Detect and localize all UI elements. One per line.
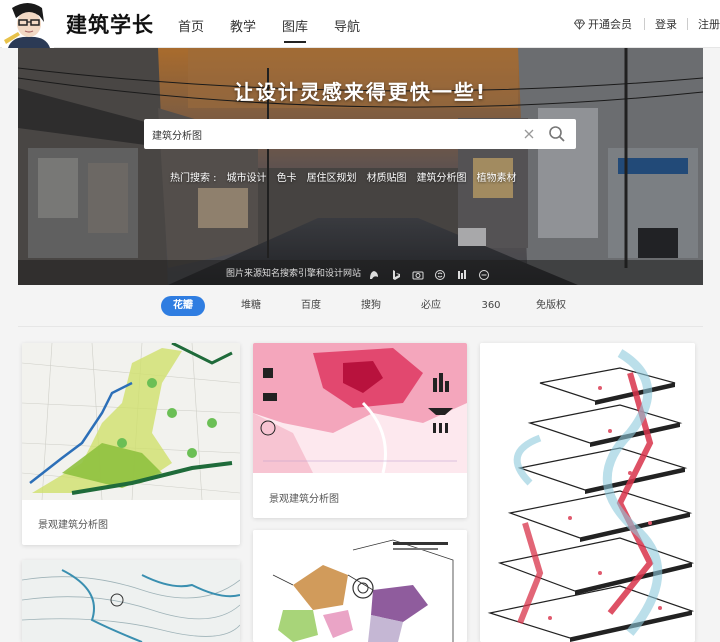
logo-text[interactable]: 建筑学长 (66, 9, 154, 39)
nav-item-teaching[interactable]: 教学 (230, 16, 256, 35)
clear-icon[interactable] (522, 127, 536, 141)
image-card[interactable] (480, 343, 695, 642)
tab-duitang[interactable]: 堆糖 (221, 296, 281, 316)
register-link[interactable]: 注册 (688, 16, 720, 32)
top-header: 建筑学长 首页 教学 图库 导航 开通会员 登录 注册 (0, 0, 720, 48)
banner-footer: 图片来源知名搜索引擎和设计网站 (18, 260, 703, 285)
zoning-plan-image (253, 530, 467, 642)
vip-button[interactable]: 开通会员 (574, 16, 644, 32)
hot-search-item[interactable]: 植物素材 (477, 169, 517, 184)
duitang-icon (456, 266, 468, 279)
tab-royalty-free[interactable]: 免版权 (521, 296, 581, 316)
login-link[interactable]: 登录 (645, 16, 687, 32)
huaban-icon (368, 266, 380, 279)
hot-search-list: 热门搜索 : 城市设计 色卡 居住区规划 材质贴图 建筑分析图 植物素材 (170, 169, 527, 184)
tab-360[interactable]: 360 (461, 296, 521, 316)
tab-baidu[interactable]: 百度 (281, 296, 341, 316)
hot-search-item[interactable]: 建筑分析图 (417, 169, 467, 184)
divider (18, 326, 703, 327)
hot-search-item[interactable]: 材质贴图 (367, 169, 407, 184)
banner-title: 让设计灵感来得更快一些! (233, 80, 488, 104)
bing-icon (390, 266, 402, 280)
main-nav: 首页 教学 图库 导航 (178, 16, 386, 43)
360-icon (478, 266, 490, 280)
header-user-actions: 开通会员 登录 注册 (574, 16, 720, 32)
density-map-image (253, 343, 467, 474)
source-tabs: 花瓣 堆糖 百度 搜狗 必应 360 免版权 (161, 296, 581, 316)
nav-item-navigation[interactable]: 导航 (334, 16, 360, 35)
site-plan-image (22, 343, 240, 501)
source-icon-list (368, 266, 500, 280)
watershed-map-image (22, 560, 240, 642)
sogou-icon (434, 266, 446, 280)
image-card[interactable] (253, 530, 467, 642)
vip-label: 开通会员 (588, 18, 632, 31)
tab-huaban[interactable]: 花瓣 (161, 296, 205, 316)
hot-search-label: 热门搜索 : (170, 173, 217, 184)
nav-item-gallery[interactable]: 图库 (282, 16, 308, 43)
card-caption: 景观建筑分析图 (38, 520, 108, 531)
tab-sogou[interactable]: 搜狗 (341, 296, 401, 316)
hero-banner: 让设计灵感来得更快一些! 热门搜索 : 城市设计 色卡 居住区规划 材质贴图 建… (18, 48, 703, 285)
search-input[interactable] (144, 119, 514, 149)
image-card[interactable]: 景观建筑分析图 (22, 343, 240, 545)
hot-search-item[interactable]: 色卡 (277, 169, 297, 184)
diamond-icon (574, 19, 585, 30)
image-card[interactable] (22, 560, 240, 642)
camera-icon (412, 266, 424, 280)
axonometric-diagram-image (480, 343, 695, 642)
logo-avatar-icon[interactable] (2, 0, 54, 48)
hot-search-item[interactable]: 居住区规划 (307, 169, 357, 184)
search-icon[interactable] (548, 125, 566, 143)
hot-search-item[interactable]: 城市设计 (227, 169, 267, 184)
nav-item-home[interactable]: 首页 (178, 16, 204, 35)
card-caption: 景观建筑分析图 (269, 494, 339, 505)
image-card[interactable]: 景观建筑分析图 (253, 343, 467, 518)
tab-bing[interactable]: 必应 (401, 296, 461, 316)
image-source-text: 图片来源知名搜索引擎和设计网站 (226, 269, 362, 279)
search-box (144, 119, 576, 149)
